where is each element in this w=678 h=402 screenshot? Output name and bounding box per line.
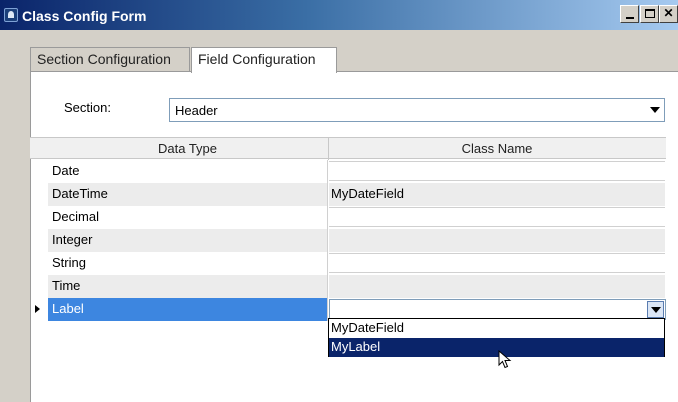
tab-field-configuration[interactable]: Field Configuration [191, 47, 337, 73]
column-header-data-type[interactable]: Data Type [48, 141, 327, 156]
data-type-cell: Integer [48, 229, 328, 252]
tab-section-configuration[interactable]: Section Configuration [30, 47, 190, 71]
table-row[interactable]: Integer [30, 229, 666, 252]
table-row[interactable]: String [30, 252, 666, 275]
chevron-down-icon [651, 307, 661, 313]
table-row[interactable]: Date [30, 160, 666, 183]
chevron-down-icon[interactable] [650, 107, 660, 113]
title-bar[interactable]: Class Config Form ✕ [0, 0, 678, 30]
data-type-cell: Date [48, 160, 328, 183]
combobox-dropdown-button[interactable] [647, 301, 664, 318]
data-type-cell: Label [48, 298, 328, 321]
section-select[interactable]: Header [169, 98, 665, 122]
minimize-icon [626, 17, 634, 19]
mouse-pointer-icon [498, 350, 512, 369]
class-name-cell[interactable] [329, 275, 665, 298]
maximize-button[interactable] [640, 5, 659, 23]
data-type-cell: String [48, 252, 328, 275]
class-name-cell[interactable]: MyDateField [329, 183, 665, 206]
class-name-dropdown-list: MyDateField MyLabel [328, 318, 665, 357]
data-type-cell: Decimal [48, 206, 328, 229]
maximize-icon [645, 9, 655, 18]
table-row[interactable]: Decimal [30, 206, 666, 229]
class-name-cell[interactable] [329, 252, 665, 275]
grid-header: Data Type Class Name [30, 137, 666, 160]
section-select-value: Header [175, 103, 218, 118]
class-name-cell[interactable] [329, 229, 665, 252]
window-title: Class Config Form [22, 8, 147, 24]
app-icon [4, 8, 18, 22]
table-row[interactable]: Time [30, 275, 666, 298]
class-name-cell[interactable] [329, 160, 665, 183]
window: Class Config Form ✕ Section Configuratio… [0, 0, 678, 402]
dropdown-option-highlighted[interactable]: MyLabel [329, 338, 664, 357]
close-button[interactable]: ✕ [659, 5, 678, 23]
table-row[interactable]: DateTime MyDateField [30, 183, 666, 206]
row-indicator-icon [35, 305, 40, 313]
column-header-class-name[interactable]: Class Name [328, 141, 666, 156]
section-label: Section: [64, 100, 111, 115]
class-name-cell[interactable] [329, 206, 665, 229]
data-type-cell: Time [48, 275, 328, 298]
close-icon: ✕ [663, 6, 674, 20]
class-name-combobox[interactable] [329, 299, 666, 320]
data-type-cell: DateTime [48, 183, 328, 206]
minimize-button[interactable] [620, 5, 639, 23]
dropdown-option[interactable]: MyDateField [329, 319, 664, 338]
